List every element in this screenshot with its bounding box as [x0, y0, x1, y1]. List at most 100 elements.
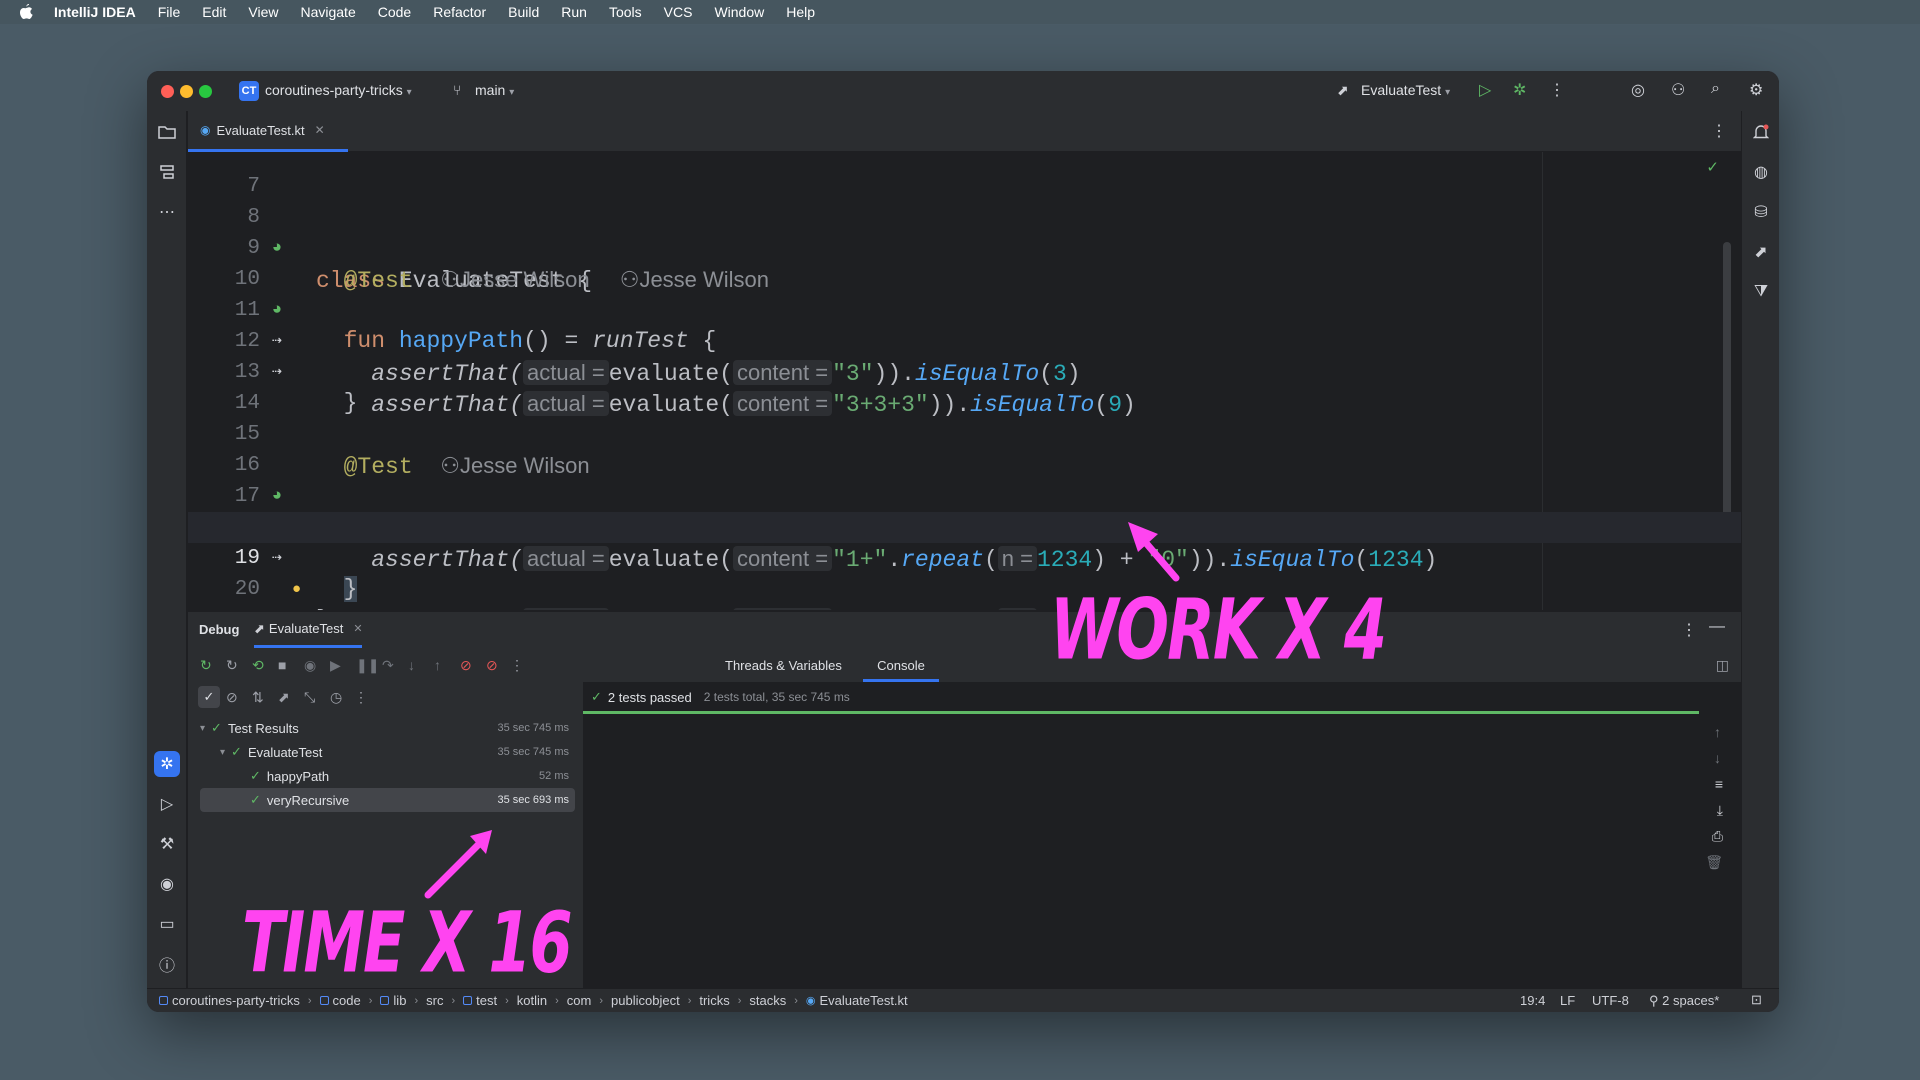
- menu-code[interactable]: Code: [378, 4, 411, 20]
- tree-node-veryrecursive[interactable]: ✓ veryRecursive 35 sec 693 ms: [200, 788, 575, 812]
- step-out-icon[interactable]: ↑: [434, 657, 441, 673]
- breadcrumb-item[interactable]: com ›: [567, 993, 611, 1008]
- breadcrumb-item[interactable]: publicobject ›: [611, 993, 699, 1008]
- breadcrumb-item[interactable]: lib ›: [380, 993, 426, 1008]
- print-icon[interactable]: ⎙: [1712, 828, 1723, 845]
- show-ignored-icon[interactable]: ⊘: [226, 689, 238, 706]
- tab-console[interactable]: Console: [863, 650, 939, 682]
- menu-help[interactable]: Help: [786, 4, 815, 20]
- tab-evaluatetest[interactable]: ◉ EvaluateTest.kt ✕: [188, 111, 348, 152]
- project-selector[interactable]: coroutines-party-tricks ▾: [265, 82, 412, 98]
- structure-icon[interactable]: [154, 159, 180, 185]
- file-encoding[interactable]: UTF-8: [1592, 993, 1629, 1008]
- gradle-icon[interactable]: ⬈: [1748, 239, 1774, 265]
- menu-refactor[interactable]: Refactor: [433, 4, 486, 20]
- add-user-icon[interactable]: ⚇: [1671, 80, 1685, 100]
- pause-icon[interactable]: ❚❚: [356, 657, 379, 674]
- tree-node-evaluatetest[interactable]: ▾ ✓ EvaluateTest 35 sec 745 ms: [200, 740, 575, 764]
- step-over-icon[interactable]: ↷: [382, 657, 394, 674]
- lock-icon[interactable]: ⊡: [1751, 992, 1762, 1008]
- services-icon[interactable]: ◉: [154, 871, 180, 897]
- breadcrumb-item[interactable]: kotlin ›: [517, 993, 567, 1008]
- breadcrumb-item[interactable]: test ›: [463, 993, 517, 1008]
- menu-window[interactable]: Window: [714, 4, 764, 20]
- menu-vcs[interactable]: VCS: [664, 4, 693, 20]
- breadcrumb-item[interactable]: code ›: [319, 993, 381, 1008]
- menu-navigate[interactable]: Navigate: [300, 4, 355, 20]
- tab-threads-variables[interactable]: Threads & Variables: [725, 658, 842, 673]
- ai-assistant-icon[interactable]: ◎: [1631, 80, 1645, 100]
- menu-run[interactable]: Run: [561, 4, 587, 20]
- breadcrumb-item[interactable]: coroutines-party-tricks ›: [159, 993, 320, 1008]
- menu-build[interactable]: Build: [508, 4, 539, 20]
- rerun-auto-icon[interactable]: ⟲: [252, 657, 264, 674]
- scroll-to-end-icon[interactable]: ⤓: [1717, 802, 1723, 819]
- chevron-down-icon[interactable]: ▾: [220, 747, 225, 758]
- expand-icon[interactable]: ⤡: [304, 689, 315, 706]
- view-breakpoints-icon[interactable]: ◉: [304, 657, 316, 674]
- zoom-window-button[interactable]: [199, 85, 212, 98]
- console-output[interactable]: ✓ 2 tests passed 2 tests total, 35 sec 7…: [583, 682, 1741, 989]
- kotlin-icon[interactable]: ⧩: [1748, 279, 1774, 305]
- settings-gear-icon[interactable]: ⚙: [1749, 80, 1763, 100]
- code-editor[interactable]: ✓ 7 8 ◕ class EvaluateTest { ⚇Jesse Wils…: [188, 152, 1741, 610]
- more-icon[interactable]: ⋮: [510, 657, 524, 674]
- minimize-icon[interactable]: —: [1709, 618, 1725, 636]
- rerun-failed-icon[interactable]: ↻: [226, 657, 238, 674]
- more-icon[interactable]: ⋮: [1549, 80, 1565, 100]
- menu-view[interactable]: View: [248, 4, 278, 20]
- breadcrumb-item[interactable]: tricks ›: [699, 993, 749, 1008]
- run-tool-icon[interactable]: ▷: [154, 791, 180, 817]
- options-icon[interactable]: ⋮: [1681, 620, 1697, 640]
- search-icon[interactable]: ⌕: [1711, 80, 1720, 98]
- breadcrumb-item[interactable]: stacks ›: [749, 993, 806, 1008]
- branch-selector[interactable]: main ▾: [475, 82, 514, 98]
- menu-tools[interactable]: Tools: [609, 4, 642, 20]
- menu-edit[interactable]: Edit: [202, 4, 226, 20]
- rerun-icon[interactable]: ↻: [200, 657, 212, 674]
- minimize-window-button[interactable]: [180, 85, 193, 98]
- terminal-icon[interactable]: ▭: [154, 911, 180, 937]
- tab-evaluatetest-session[interactable]: ⬈ EvaluateTest ✕: [254, 612, 363, 648]
- breakpoints-icon[interactable]: ⊘: [460, 657, 472, 674]
- scroll-down-icon[interactable]: ↓: [1714, 750, 1721, 766]
- run-config-selector[interactable]: EvaluateTest ▾: [1361, 82, 1450, 98]
- apple-icon[interactable]: [18, 3, 34, 21]
- run-icon[interactable]: ▷: [1479, 80, 1491, 100]
- close-tab-icon[interactable]: ✕: [315, 123, 325, 137]
- import-tests-icon[interactable]: ⬈: [278, 689, 290, 706]
- debug-icon[interactable]: ✲: [1513, 80, 1526, 100]
- indent-settings[interactable]: ⚲ 2 spaces*: [1649, 993, 1719, 1009]
- ai-chat-icon[interactable]: ◍: [1748, 159, 1774, 185]
- resume-icon[interactable]: ▶: [330, 657, 341, 674]
- sort-icon[interactable]: ⇅: [252, 689, 264, 706]
- caret-position[interactable]: 19:4: [1520, 993, 1545, 1008]
- mute-breakpoints-icon[interactable]: ⊘: [486, 657, 498, 674]
- scroll-up-icon[interactable]: ↑: [1714, 724, 1721, 740]
- notifications-bell-icon[interactable]: [1748, 119, 1774, 145]
- soft-wrap-icon[interactable]: ≡: [1715, 776, 1723, 792]
- database-icon[interactable]: ⛁: [1748, 199, 1774, 225]
- tab-options-icon[interactable]: ⋮: [1711, 121, 1727, 141]
- menu-file[interactable]: File: [158, 4, 181, 20]
- build-hammer-icon[interactable]: ⚒: [154, 831, 180, 857]
- line-separator[interactable]: LF: [1560, 993, 1575, 1008]
- breadcrumb-item[interactable]: ◉ EvaluateTest.kt: [806, 993, 908, 1008]
- project-badge[interactable]: CT: [239, 81, 259, 101]
- more-tools-icon[interactable]: ⋯: [154, 199, 180, 225]
- clear-trash-icon[interactable]: 🗑: [1705, 854, 1723, 871]
- stop-icon[interactable]: ■: [278, 657, 286, 673]
- close-window-button[interactable]: [161, 85, 174, 98]
- layout-icon[interactable]: ◫: [1716, 657, 1729, 674]
- close-tab-icon[interactable]: ✕: [353, 622, 362, 635]
- history-icon[interactable]: ◷: [330, 689, 342, 706]
- chevron-down-icon[interactable]: ▾: [200, 723, 205, 734]
- debug-tool-icon[interactable]: ✲: [154, 751, 180, 777]
- breadcrumb-item[interactable]: src ›: [426, 993, 463, 1008]
- more-icon[interactable]: ⋮: [354, 689, 368, 706]
- show-passed-toggle[interactable]: ✓: [198, 686, 220, 708]
- step-into-icon[interactable]: ↓: [408, 657, 415, 673]
- app-name[interactable]: IntelliJ IDEA: [54, 4, 136, 20]
- problems-icon[interactable]: ⓘ: [154, 951, 180, 977]
- tree-node-test-results[interactable]: ▾ ✓ Test Results 35 sec 745 ms: [200, 716, 575, 740]
